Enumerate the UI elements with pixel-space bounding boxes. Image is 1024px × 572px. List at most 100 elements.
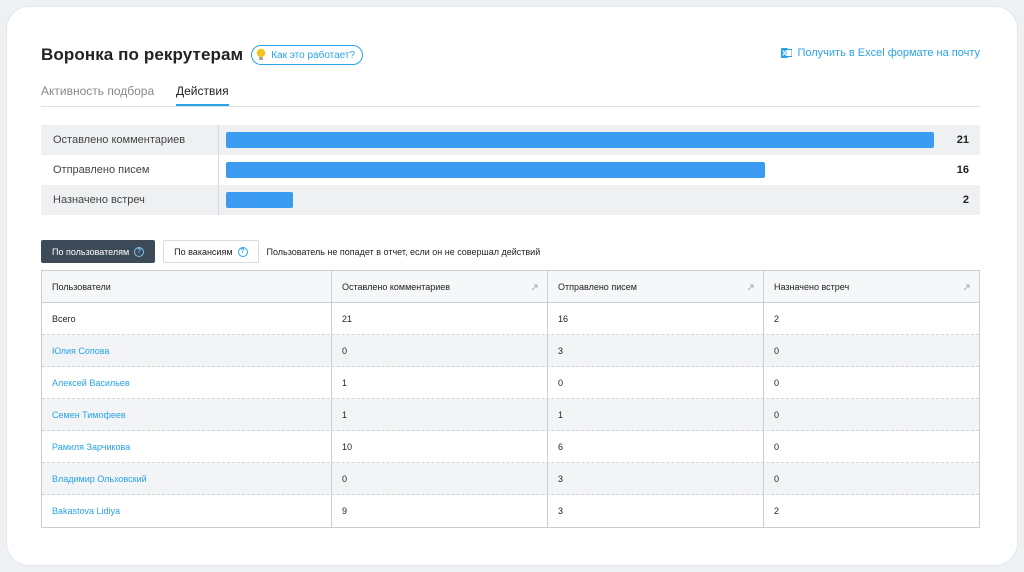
table-header: Пользователи Оставлено комментариев Отправ… [42, 271, 979, 303]
user-link[interactable]: Владимир Ольховский [52, 474, 147, 484]
cell-value: 21 [342, 313, 353, 324]
by-vacancies-toggle[interactable]: По вакансиям ? [163, 240, 259, 263]
cell-value: 9 [342, 506, 348, 516]
table-row: Рамиля Зарчикова 10 6 0 [42, 431, 979, 463]
cell-value: 3 [558, 506, 564, 516]
table-cell: 10 [332, 431, 548, 462]
cell-value: 1 [342, 409, 348, 420]
cell-value: 1 [558, 409, 564, 420]
table-cell: 1 [332, 367, 548, 398]
report-card: Воронка по рекрутерам Как это работает? … [7, 7, 1017, 565]
page-header: Воронка по рекрутерам Как это работает? [41, 45, 364, 65]
cell-value: 0 [342, 473, 348, 484]
column-header-label: Отправлено писем [558, 281, 637, 292]
excel-export-link[interactable]: Получить в Excel формате на почту [781, 47, 980, 59]
users-table: Пользователи Оставлено комментариев Отправ… [41, 270, 980, 528]
user-link[interactable]: Семен Тимофеев [52, 410, 126, 420]
table-cell: 3 [548, 335, 764, 366]
column-header-label: Пользователи [52, 281, 111, 292]
column-header: Пользователи [42, 271, 332, 302]
table-cell: 2 [764, 495, 979, 527]
lightbulb-icon [257, 48, 266, 60]
cell-value: 3 [558, 473, 564, 484]
summary-label: Оставлено комментариев [41, 125, 219, 155]
cell-value: 0 [774, 441, 780, 452]
summary-label: Отправлено писем [41, 155, 219, 185]
table-cell: 9 [332, 495, 548, 527]
user-link[interactable]: Рамиля Зарчикова [52, 442, 130, 452]
cell-value: 0 [774, 345, 780, 356]
excel-export-label: Получить в Excel формате на почту [797, 47, 980, 59]
cell-value: 10 [342, 441, 353, 452]
table-cell: 0 [332, 335, 548, 366]
how-it-works-label: Как это работает? [271, 49, 356, 61]
by-vacancies-label: По вакансиям [174, 246, 233, 257]
table-cell: Bakastova Lidiya [42, 495, 332, 527]
table-row: Bakastova Lidiya 9 3 2 [42, 495, 979, 527]
tab-selection-activity[interactable]: Активность подбора [41, 84, 154, 104]
table-row: Семен Тимофеев 1 1 0 [42, 399, 979, 431]
table-cell: 21 [332, 303, 548, 334]
column-header-label: Оставлено комментариев [342, 281, 451, 292]
table-cell: 1 [332, 399, 548, 430]
table-cell: 0 [332, 463, 548, 494]
total-label: Всего [52, 313, 76, 324]
table-cell: 3 [548, 495, 764, 527]
summary-bar [226, 132, 934, 148]
user-link[interactable]: Юлия Сопова [52, 346, 109, 356]
summary-bar [226, 192, 293, 208]
summary-value: 16 [956, 164, 969, 176]
table-cell: Семен Тимофеев [42, 399, 332, 430]
by-users-toggle[interactable]: По пользователям ? [41, 240, 156, 263]
summary-row: Отправлено писем 16 [41, 155, 980, 185]
by-users-label: По пользователям [52, 246, 130, 257]
table-cell: 0 [764, 367, 979, 398]
table-cell: 1 [548, 399, 764, 430]
table-row: Владимир Ольховский 0 3 0 [42, 463, 979, 495]
column-header[interactable]: Назначено встреч [764, 271, 979, 302]
summary-bar-track [226, 192, 934, 208]
table-cell: Алексей Васильев [42, 367, 332, 398]
column-header-label: Назначено встреч [774, 281, 850, 292]
table-cell: 0 [764, 431, 979, 462]
sort-icon[interactable] [747, 283, 754, 291]
table-cell: Рамиля Зарчикова [42, 431, 332, 462]
cell-value: 0 [558, 377, 564, 388]
summary-row: Назначено встреч 2 [41, 185, 980, 215]
summary-label: Назначено встреч [41, 185, 219, 215]
user-link[interactable]: Алексей Васильев [52, 378, 130, 388]
table-cell: 0 [764, 335, 979, 366]
cell-value: 0 [774, 377, 780, 388]
page-title: Воронка по рекрутерам [41, 45, 244, 64]
cell-value: 2 [774, 313, 780, 324]
info-icon[interactable]: ? [237, 246, 248, 257]
sort-icon[interactable] [963, 283, 970, 291]
summary-value: 2 [962, 194, 969, 206]
cell-value: 3 [558, 345, 564, 356]
cell-value: 1 [342, 377, 348, 388]
summary-bar [226, 162, 765, 178]
info-icon[interactable]: ? [134, 246, 145, 257]
cell-value: 16 [558, 313, 569, 324]
summary-bar-track [226, 132, 934, 148]
table-cell: Юлия Сопова [42, 335, 332, 366]
table-cell: Владимир Ольховский [42, 463, 332, 494]
excel-icon [781, 48, 793, 58]
summary-row: Оставлено комментариев 21 [41, 125, 980, 155]
column-header[interactable]: Отправлено писем [548, 271, 764, 302]
column-header[interactable]: Оставлено комментариев [332, 271, 548, 302]
sort-icon[interactable] [531, 283, 538, 291]
table-cell: 6 [548, 431, 764, 462]
table-row: Алексей Васильев 1 0 0 [42, 367, 979, 399]
how-it-works-button[interactable]: Как это работает? [251, 45, 364, 65]
table-cell: 0 [764, 463, 979, 494]
tab-actions[interactable]: Действия [176, 84, 229, 106]
cell-value: 0 [342, 345, 348, 356]
table-cell: 16 [548, 303, 764, 334]
report-note: Пользователь не попадет в отчет, если он… [266, 246, 541, 257]
cell-value: 2 [774, 506, 780, 516]
cell-value: 0 [774, 473, 780, 484]
summary-bar-track [226, 162, 934, 178]
table-row: Всего 21 16 2 [42, 303, 979, 335]
user-link[interactable]: Bakastova Lidiya [52, 506, 120, 516]
